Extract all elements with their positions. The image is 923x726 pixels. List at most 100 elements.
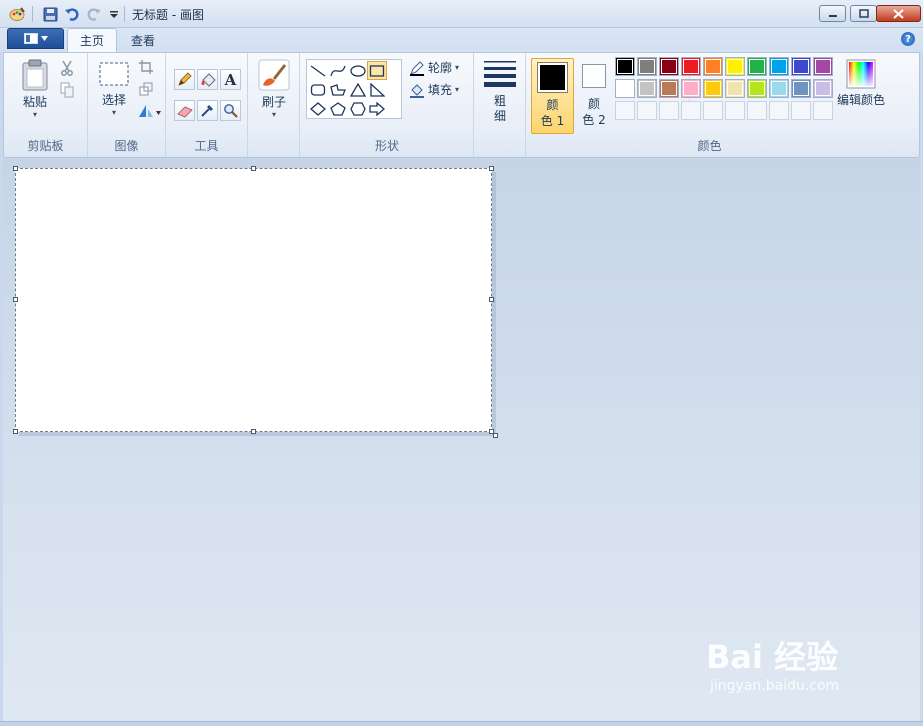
maximize-button[interactable] xyxy=(850,5,877,22)
hexagon-shape-icon[interactable] xyxy=(348,99,368,118)
right-triangle-shape-icon[interactable] xyxy=(367,80,387,99)
outline-button[interactable]: 轮廓 ▾ xyxy=(409,59,459,76)
custom-color-slot[interactable] xyxy=(681,101,701,120)
line-shape-icon[interactable] xyxy=(308,61,328,80)
custom-color-slot[interactable] xyxy=(637,101,657,120)
swatch-highlight xyxy=(815,81,831,96)
color-1-button[interactable]: 颜 色 1 xyxy=(531,58,574,134)
palette-color-swatch[interactable] xyxy=(725,57,745,76)
color-2-label-line2: 色 2 xyxy=(582,113,606,127)
chevron-down-icon: ▾ xyxy=(455,85,460,94)
palette-color-swatch[interactable] xyxy=(725,79,745,98)
customize-quick-access-icon[interactable] xyxy=(105,5,123,23)
color-spectrum-icon xyxy=(846,59,876,89)
size-label-line1: 粗 xyxy=(493,94,506,108)
resize-handle-right[interactable] xyxy=(489,297,494,302)
magnifier-icon[interactable] xyxy=(220,100,241,121)
edit-colors-label: 编辑颜色 xyxy=(836,93,885,107)
palette-color-swatch[interactable] xyxy=(747,79,767,98)
custom-color-slot[interactable] xyxy=(725,101,745,120)
chevron-down-icon: ▾ xyxy=(32,110,37,119)
minimize-button[interactable] xyxy=(819,5,846,22)
rectangle-shape-icon[interactable] xyxy=(367,61,387,80)
rounded-rectangle-shape-icon[interactable] xyxy=(308,80,328,99)
help-icon[interactable]: ? xyxy=(901,32,915,46)
color-2-button[interactable]: 颜 色 2 xyxy=(577,58,611,134)
paint-menu-button[interactable] xyxy=(7,28,64,49)
palette-color-swatch[interactable] xyxy=(659,79,679,98)
palette-color-swatch[interactable] xyxy=(769,57,789,76)
crop-icon[interactable] xyxy=(136,57,156,77)
palette-color-swatch[interactable] xyxy=(637,79,657,98)
tab-view[interactable]: 查看 xyxy=(119,28,167,52)
custom-color-slot[interactable] xyxy=(769,101,789,120)
resize-handle-top xyxy=(251,166,256,171)
triangle-shape-icon[interactable] xyxy=(348,80,368,99)
oval-shape-icon[interactable] xyxy=(348,61,368,80)
custom-color-slot[interactable] xyxy=(659,101,679,120)
tools-group: A 工具 xyxy=(166,53,248,157)
resize-handle-corner[interactable] xyxy=(493,433,498,438)
size-button[interactable]: 粗 细 xyxy=(482,59,518,124)
rotate-button[interactable] xyxy=(136,101,162,121)
paste-button[interactable]: 粘贴 ▾ xyxy=(16,59,54,119)
close-button[interactable] xyxy=(876,5,921,22)
resize-icon[interactable] xyxy=(136,79,156,99)
palette-color-swatch[interactable] xyxy=(615,57,635,76)
swatch-highlight xyxy=(683,81,699,96)
text-tool-icon[interactable]: A xyxy=(220,69,241,90)
custom-color-slot[interactable] xyxy=(813,101,833,120)
line-width-icon xyxy=(484,61,516,87)
diamond-shape-icon[interactable] xyxy=(308,99,328,118)
rotate-icon xyxy=(139,105,161,117)
palette-color-swatch[interactable] xyxy=(791,57,811,76)
copy-icon[interactable] xyxy=(57,80,77,100)
custom-color-slot[interactable] xyxy=(703,101,723,120)
curve-shape-icon[interactable] xyxy=(328,61,348,80)
pencil-icon[interactable] xyxy=(174,69,195,90)
palette-color-swatch[interactable] xyxy=(703,57,723,76)
eraser-icon[interactable] xyxy=(174,100,195,121)
palette-color-swatch[interactable] xyxy=(747,57,767,76)
redo-icon[interactable] xyxy=(85,5,103,23)
color-1-swatch xyxy=(537,62,568,93)
drawing-canvas[interactable] xyxy=(15,168,492,432)
palette-color-swatch[interactable] xyxy=(813,79,833,98)
fill-bucket-icon[interactable] xyxy=(197,69,218,90)
edit-colors-button[interactable]: 编辑颜色 xyxy=(836,59,886,108)
color-picker-icon[interactable] xyxy=(197,100,218,121)
save-icon[interactable] xyxy=(41,5,59,23)
palette-color-swatch[interactable] xyxy=(703,79,723,98)
palette-color-swatch[interactable] xyxy=(791,79,811,98)
resize-handle-bottom-left xyxy=(13,429,18,434)
swatch-highlight xyxy=(749,81,765,96)
palette-color-swatch[interactable] xyxy=(681,79,701,98)
palette-color-swatch[interactable] xyxy=(659,57,679,76)
color-palette xyxy=(615,57,837,123)
undo-icon[interactable] xyxy=(63,5,81,23)
palette-color-swatch[interactable] xyxy=(813,57,833,76)
polygon-shape-icon[interactable] xyxy=(328,80,348,99)
select-button[interactable]: 选择 ▾ xyxy=(94,61,134,117)
fill-button[interactable]: 填充 ▾ xyxy=(409,81,459,98)
resize-handle-top-left xyxy=(13,166,18,171)
resize-handle-bottom[interactable] xyxy=(251,429,256,434)
color-1-fill xyxy=(540,65,565,90)
palette-color-swatch[interactable] xyxy=(769,79,789,98)
custom-color-slot[interactable] xyxy=(615,101,635,120)
right-arrow-shape-icon[interactable] xyxy=(367,99,387,118)
custom-color-slot[interactable] xyxy=(747,101,767,120)
palette-color-swatch[interactable] xyxy=(681,57,701,76)
swatch-highlight xyxy=(727,59,743,74)
swatch-highlight xyxy=(727,81,743,96)
cut-icon[interactable] xyxy=(57,58,77,78)
paint-app-icon[interactable] xyxy=(8,5,26,23)
brushes-button[interactable]: 刷子 ▾ xyxy=(256,59,292,119)
palette-color-swatch[interactable] xyxy=(615,79,635,98)
custom-color-slot[interactable] xyxy=(791,101,811,120)
tab-home[interactable]: 主页 xyxy=(67,28,118,52)
resize-handle-top-right xyxy=(489,166,494,171)
pentagon-shape-icon[interactable] xyxy=(328,99,348,118)
palette-color-swatch[interactable] xyxy=(637,57,657,76)
swatch-highlight xyxy=(793,59,809,74)
